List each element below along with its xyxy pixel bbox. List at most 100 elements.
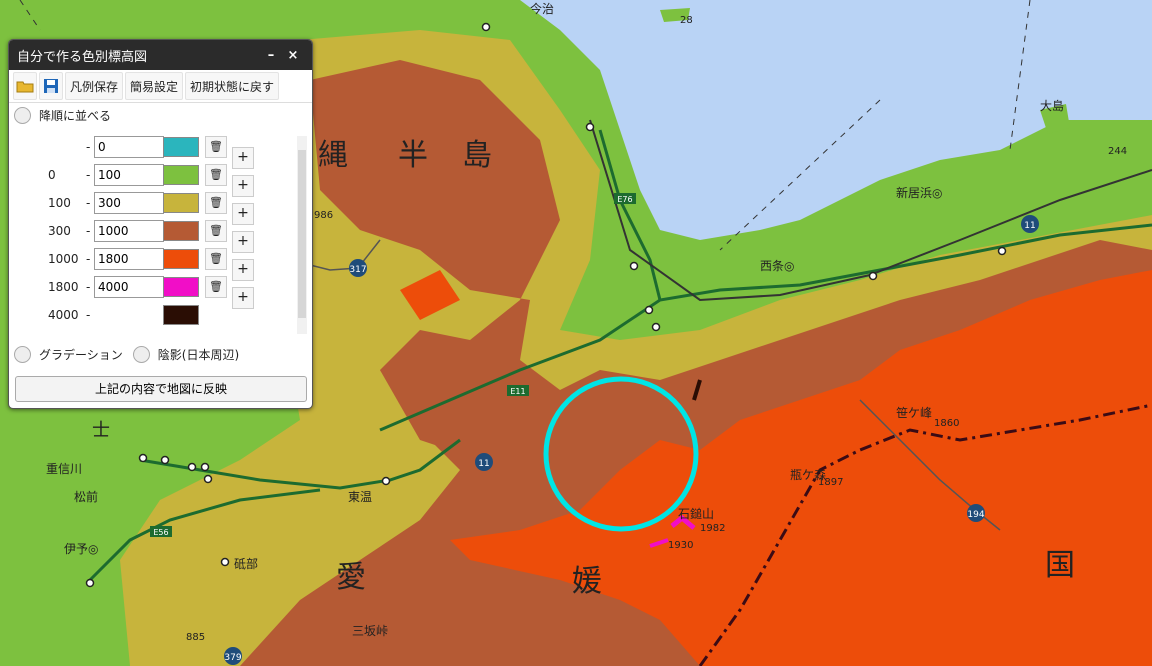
row-from-value: 4000 — [48, 308, 79, 322]
place-iyo: 伊予◎ — [64, 542, 99, 556]
sort-desc-radio[interactable] — [14, 106, 31, 124]
reset-button[interactable]: 初期状態に戻す — [185, 72, 280, 100]
row-color-swatch[interactable] — [163, 221, 199, 241]
folder-icon — [16, 81, 34, 93]
svg-text:379: 379 — [224, 653, 241, 663]
close-button[interactable]: × — [282, 48, 304, 63]
panel-title: 自分で作る色別標高図 — [17, 49, 148, 65]
panel-titlebar[interactable]: 自分で作る色別標高図 – × — [9, 40, 312, 70]
elevation-row: 300-🗑+ — [14, 220, 300, 253]
place-misaka: 三坂峠 — [352, 624, 389, 638]
row-dash: - — [86, 308, 91, 322]
place-shi: 士 — [92, 420, 110, 441]
open-button[interactable] — [13, 72, 37, 100]
expressway-label-e76: E76 — [614, 193, 636, 204]
shade-label: 陰影(日本周辺) — [157, 347, 240, 362]
sort-desc-option[interactable]: 降順に並べる — [9, 103, 312, 127]
place-toon: 東温 — [348, 490, 373, 504]
route-shield-194: 194 — [967, 504, 985, 522]
trash-icon: 🗑 — [209, 252, 223, 265]
trash-icon: 🗑 — [209, 168, 223, 181]
color-elevation-panel: 自分で作る色別標高図 – × 凡例保存 簡易設定 初期状態に戻す 降順に並べる … — [8, 39, 313, 409]
minimize-button[interactable]: – — [260, 48, 282, 63]
trash-icon: 🗑 — [209, 224, 223, 237]
place-oshima: 大島 — [1040, 99, 1065, 113]
delete-row-button[interactable]: 🗑 — [205, 248, 227, 270]
route-shield-11-a: 11 — [475, 453, 493, 471]
elev-986: 986 — [314, 210, 334, 221]
place-tobe: 砥部 — [234, 557, 259, 571]
region-label-1: 縄 — [318, 138, 348, 173]
region-label-5: 媛 — [572, 564, 602, 599]
row-from-value: 1000 — [48, 252, 79, 266]
shade-radio[interactable] — [132, 345, 150, 363]
place-niihama: 新居浜◎ — [896, 186, 943, 200]
row-color-swatch[interactable] — [163, 277, 199, 297]
row-color-swatch[interactable] — [163, 193, 199, 213]
svg-text:11: 11 — [478, 459, 489, 469]
row-dash: - — [86, 224, 91, 238]
region-label-4: 愛 — [336, 560, 366, 595]
delete-row-button[interactable]: 🗑 — [205, 192, 227, 214]
trash-icon: 🗑 — [209, 280, 223, 293]
elevation-rows: -🗑+0-🗑+100-🗑+300-🗑+1000-🗑+1800-🗑+4000- — [14, 136, 300, 336]
delete-row-button[interactable]: 🗑 — [205, 164, 227, 186]
place-ishizuchi: 石鎚山 — [678, 507, 715, 521]
legend-save-button[interactable]: 凡例保存 — [65, 72, 124, 100]
row-dash: - — [86, 140, 91, 154]
simple-settings-button[interactable]: 簡易設定 — [125, 72, 184, 100]
row-to-input[interactable] — [94, 192, 164, 214]
route-shield-379: 379 — [224, 647, 242, 665]
elevation-row: 1000-🗑+ — [14, 248, 300, 281]
place-shigenobu: 重信川 — [46, 462, 83, 476]
row-color-swatch[interactable] — [163, 249, 199, 269]
row-dash: - — [86, 196, 91, 210]
svg-text:194: 194 — [967, 510, 984, 520]
elev-1860: 1860 — [934, 418, 960, 429]
region-label-3: 島 — [462, 138, 492, 173]
elevation-row: 100-🗑+ — [14, 192, 300, 225]
elevation-row: -🗑+ — [14, 136, 300, 169]
region-label-6: 国 — [1045, 548, 1075, 583]
sort-desc-label: 降順に並べる — [39, 108, 112, 123]
trash-icon: 🗑 — [209, 140, 223, 153]
place-imabari: 今治 — [530, 2, 555, 16]
row-to-input[interactable] — [94, 248, 164, 270]
row-dash: - — [86, 252, 91, 266]
delete-row-button[interactable]: 🗑 — [205, 220, 227, 242]
elev-1982: 1982 — [700, 523, 726, 534]
expressway-label-e56: E56 — [150, 526, 172, 537]
delete-row-button[interactable]: 🗑 — [205, 136, 227, 158]
elevation-row: 0-🗑+ — [14, 164, 300, 197]
save-button[interactable] — [39, 72, 63, 100]
elevation-row: 4000- — [14, 304, 300, 326]
row-from-value: 100 — [48, 196, 71, 210]
row-color-swatch[interactable] — [163, 165, 199, 185]
place-sasagamine: 笹ケ峰 — [896, 406, 933, 420]
svg-text:11: 11 — [1024, 221, 1035, 231]
floppy-disk-icon — [44, 79, 58, 93]
row-color-swatch[interactable] — [163, 305, 199, 325]
elev-1897: 1897 — [818, 477, 844, 488]
svg-text:E76: E76 — [617, 195, 632, 204]
scrollbar-thumb[interactable] — [298, 150, 306, 318]
row-to-input[interactable] — [94, 220, 164, 242]
place-saijo: 西条◎ — [760, 259, 795, 273]
row-to-input[interactable] — [94, 164, 164, 186]
apply-button[interactable]: 上記の内容で地図に反映 — [15, 376, 307, 402]
elev-1930: 1930 — [668, 540, 694, 551]
row-dash: - — [86, 280, 91, 294]
gradation-option[interactable]: グラデーション 陰影(日本周辺) — [9, 342, 239, 366]
expressway-label-e11: E11 — [507, 385, 529, 396]
row-to-input[interactable] — [94, 136, 164, 158]
elev-28: 28 — [680, 15, 693, 26]
gradation-radio[interactable] — [14, 345, 31, 363]
row-to-input[interactable] — [94, 276, 164, 298]
row-color-swatch[interactable] — [163, 137, 199, 157]
gradation-label: グラデーション — [39, 347, 123, 362]
region-label-2: 半 — [398, 138, 428, 173]
rows-scrollbar[interactable] — [297, 136, 307, 334]
delete-row-button[interactable]: 🗑 — [205, 276, 227, 298]
panel-toolbar: 凡例保存 簡易設定 初期状態に戻す — [9, 70, 312, 103]
trash-icon: 🗑 — [209, 196, 223, 209]
